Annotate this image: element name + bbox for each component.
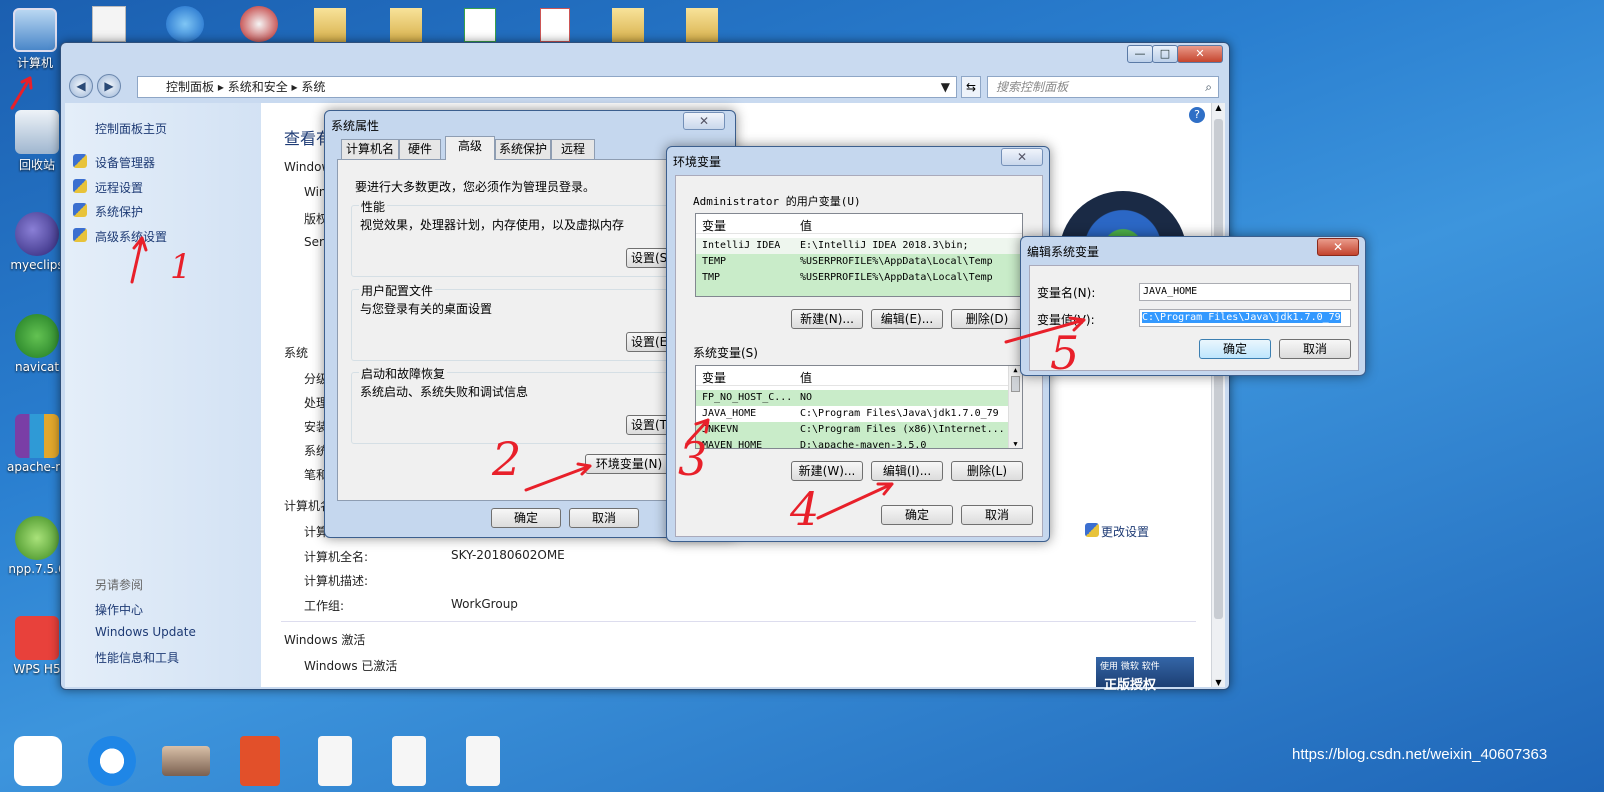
annotation-number: 2 xyxy=(492,432,522,486)
annotation-number: 1 xyxy=(170,247,192,287)
tab-advanced[interactable]: 高级 xyxy=(445,136,495,160)
annotation-number: 5 xyxy=(1050,326,1080,380)
annotation-arrow xyxy=(130,236,148,284)
annotation-arrow xyxy=(10,76,33,110)
annotation-number: 3 xyxy=(678,432,708,486)
annotation-arrow xyxy=(524,462,592,492)
annotation-number: 4 xyxy=(790,482,820,536)
watermark-url: https://blog.csdn.net/weixin_40607363 xyxy=(1292,746,1548,763)
annotation-arrows xyxy=(10,76,1086,520)
annotation-arrow xyxy=(816,482,894,520)
